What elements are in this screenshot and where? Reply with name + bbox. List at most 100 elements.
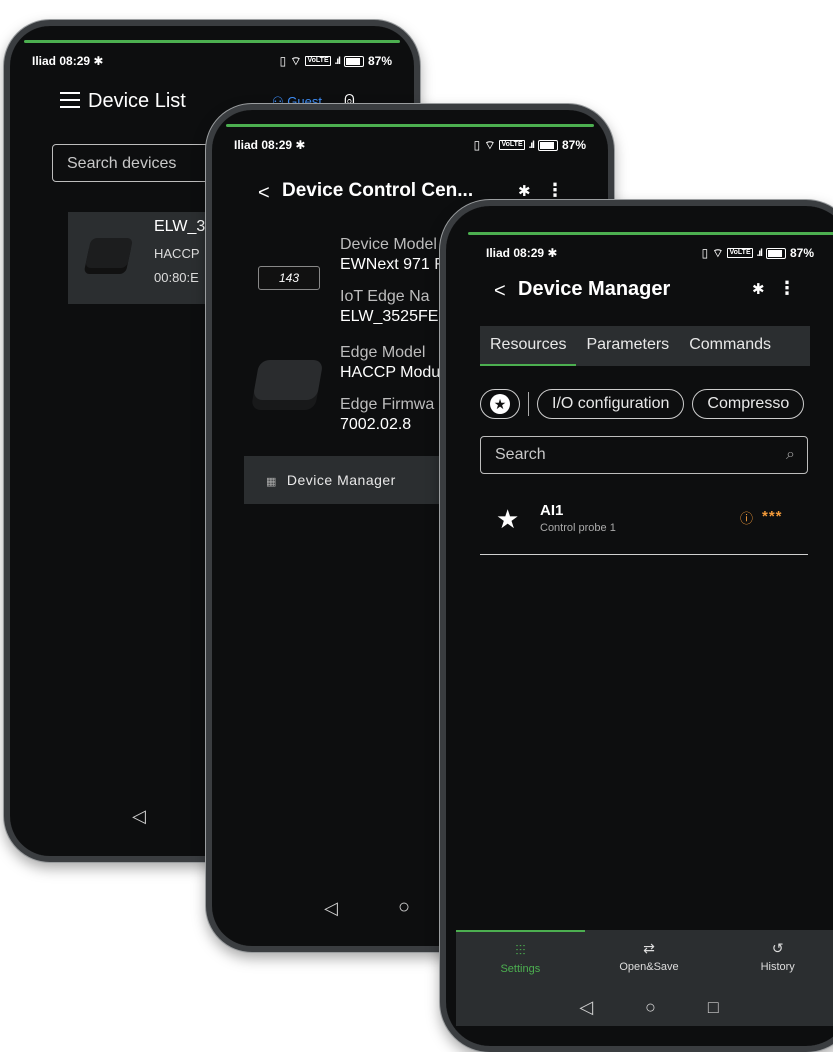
nav-open-save[interactable]: ⇄ Open&Save bbox=[585, 930, 714, 988]
bluetooth-icon: ✱ bbox=[93, 54, 104, 68]
device-name: ELW_3 bbox=[154, 218, 206, 235]
carrier: Iliad bbox=[234, 138, 259, 152]
history-icon: ↺ bbox=[771, 940, 784, 956]
status-left: Iliad 08:29 ✱ bbox=[486, 246, 557, 260]
device-manager-button[interactable]: ▦ Device Manager bbox=[244, 456, 464, 504]
screen: Iliad 08:29 ✱ ▯ ⌔ VoLTE .ıl 87% < Device… bbox=[446, 206, 833, 1046]
device-image bbox=[84, 238, 134, 268]
vibrate-icon: ▯ bbox=[701, 246, 709, 260]
filter-chips: ★ I/O configuration Compresso bbox=[480, 388, 810, 420]
tab-parameters[interactable]: Parameters bbox=[576, 326, 679, 366]
page-title: Device Control Cen... bbox=[282, 180, 474, 201]
status-bar: Iliad 08:29 ✱ ▯ ⌔ VoLTE .ıl 87% bbox=[32, 52, 392, 70]
status-bar: Iliad 08:29 ✱ ▯ ⌔ VoLTE .ıl 87% bbox=[486, 244, 814, 262]
status-right: ▯ ⌔ VoLTE .ıl 87% bbox=[702, 246, 814, 261]
nav-back-button[interactable]: ◁ bbox=[579, 997, 593, 1018]
page-title: Device Manager bbox=[518, 278, 671, 300]
bluetooth-icon[interactable]: ✱ bbox=[752, 280, 765, 298]
grid-icon: ▦ bbox=[266, 476, 277, 488]
wifi-icon: ⌔ bbox=[290, 53, 302, 68]
divider bbox=[528, 392, 529, 416]
nav-back-button[interactable]: ◁ bbox=[132, 806, 146, 827]
carrier: Iliad bbox=[486, 246, 511, 260]
more-menu-button[interactable]: ⋮ bbox=[778, 278, 796, 299]
bluetooth-icon[interactable]: ✱ bbox=[518, 182, 531, 200]
battery-percent: 87% bbox=[789, 246, 814, 260]
signal-icon: .ıl bbox=[334, 55, 341, 67]
status-left: Iliad 08:29 ✱ bbox=[234, 138, 305, 152]
search-input[interactable]: Search ⌕ bbox=[480, 436, 808, 474]
status-right: ▯ ⌔ VoLTE .ıl 87% bbox=[280, 54, 392, 69]
iot-edge-name-value: ELW_3525FE bbox=[340, 308, 439, 325]
sliders-icon: ⫶⫶⫶ bbox=[515, 942, 526, 958]
carrier: Iliad bbox=[32, 54, 57, 68]
progress-line bbox=[226, 124, 594, 127]
battery-icon bbox=[537, 139, 558, 151]
edge-firmware-value: 7002.02.8 bbox=[340, 416, 412, 433]
time: 08:29 bbox=[261, 138, 293, 152]
access-level: *** bbox=[762, 508, 783, 525]
device-model-label: Device Model bbox=[340, 236, 437, 253]
status-left: Iliad 08:29 ✱ bbox=[32, 54, 103, 68]
wifi-icon: ⌔ bbox=[712, 245, 724, 260]
progress-line bbox=[468, 232, 833, 235]
battery-icon bbox=[765, 247, 786, 259]
favorites-chip[interactable]: ★ bbox=[480, 389, 520, 419]
nav-open-save-label: Open&Save bbox=[619, 961, 679, 973]
search-icon: ⌕ bbox=[786, 446, 795, 463]
system-navigation: ◁ ○ □ bbox=[456, 988, 833, 1026]
menu-icon[interactable] bbox=[60, 92, 80, 113]
star-icon[interactable]: ★ bbox=[496, 504, 519, 535]
more-menu-button[interactable]: ⋮ bbox=[546, 180, 564, 201]
page-title: Device List bbox=[88, 90, 186, 112]
nav-home-button[interactable]: ○ bbox=[645, 997, 656, 1018]
device-mac: 00:80:E bbox=[154, 270, 199, 285]
controller-display-image: 143 bbox=[258, 266, 320, 290]
bluetooth-icon: ✱ bbox=[295, 138, 306, 152]
progress-line bbox=[24, 40, 400, 43]
edge-model-value: HACCP Modu bbox=[340, 364, 441, 381]
status-bar: Iliad 08:29 ✱ ▯ ⌔ VoLTE .ıl 87% bbox=[234, 136, 586, 154]
tab-resources[interactable]: Resources bbox=[480, 326, 577, 366]
nav-history-label: History bbox=[760, 961, 795, 973]
tab-bar: Resources Parameters Commands bbox=[480, 326, 810, 366]
signal-icon: .ıl bbox=[528, 139, 535, 151]
device-manager-label: Device Manager bbox=[286, 472, 396, 488]
star-icon: ★ bbox=[490, 394, 510, 414]
warning-icon: ⓘ bbox=[740, 511, 754, 526]
nav-settings[interactable]: ⫶⫶⫶ Settings bbox=[456, 930, 585, 988]
volte-badge: VoLTE bbox=[305, 56, 331, 66]
chip-compressor[interactable]: Compresso bbox=[692, 389, 805, 419]
time: 08:29 bbox=[513, 246, 545, 260]
iot-edge-name-label: IoT Edge Na bbox=[340, 288, 430, 305]
resource-name: AI1 bbox=[540, 502, 564, 519]
time: 08:29 bbox=[59, 54, 91, 68]
signal-icon: .ıl bbox=[756, 247, 763, 259]
battery-icon bbox=[343, 55, 364, 67]
swap-icon: ⇄ bbox=[643, 940, 655, 956]
wifi-icon: ⌔ bbox=[484, 137, 496, 152]
volte-badge: VoLTE bbox=[727, 248, 753, 258]
vibrate-icon: ▯ bbox=[473, 138, 481, 152]
battery-percent: 87% bbox=[367, 54, 392, 68]
device-model-value: EWNext 971 F bbox=[340, 256, 445, 273]
nav-settings-label: Settings bbox=[500, 963, 541, 975]
search-placeholder: Search bbox=[495, 446, 546, 463]
nav-home-button[interactable]: ○ bbox=[398, 896, 410, 919]
vibrate-icon: ▯ bbox=[279, 54, 287, 68]
nav-back-button[interactable]: ◁ bbox=[324, 898, 338, 919]
edge-firmware-label: Edge Firmwa bbox=[340, 396, 435, 413]
resource-description: Control probe 1 bbox=[540, 522, 616, 534]
edge-model-label: Edge Model bbox=[340, 344, 426, 361]
phone-device-manager: Iliad 08:29 ✱ ▯ ⌔ VoLTE .ıl 87% < Device… bbox=[440, 200, 833, 1052]
nav-recent-button[interactable]: □ bbox=[708, 997, 719, 1018]
tab-commands[interactable]: Commands bbox=[679, 326, 781, 366]
edge-device-image bbox=[252, 360, 324, 400]
status-right: ▯ ⌔ VoLTE .ıl 87% bbox=[474, 138, 586, 153]
chip-io-configuration[interactable]: I/O configuration bbox=[537, 389, 685, 419]
back-button[interactable]: < bbox=[494, 280, 506, 303]
back-button[interactable]: < bbox=[258, 182, 270, 205]
list-item[interactable]: ★ AI1 Control probe 1 ⓘ *** bbox=[480, 492, 808, 555]
battery-percent: 87% bbox=[561, 138, 586, 152]
nav-history[interactable]: ↺ History bbox=[713, 930, 833, 988]
